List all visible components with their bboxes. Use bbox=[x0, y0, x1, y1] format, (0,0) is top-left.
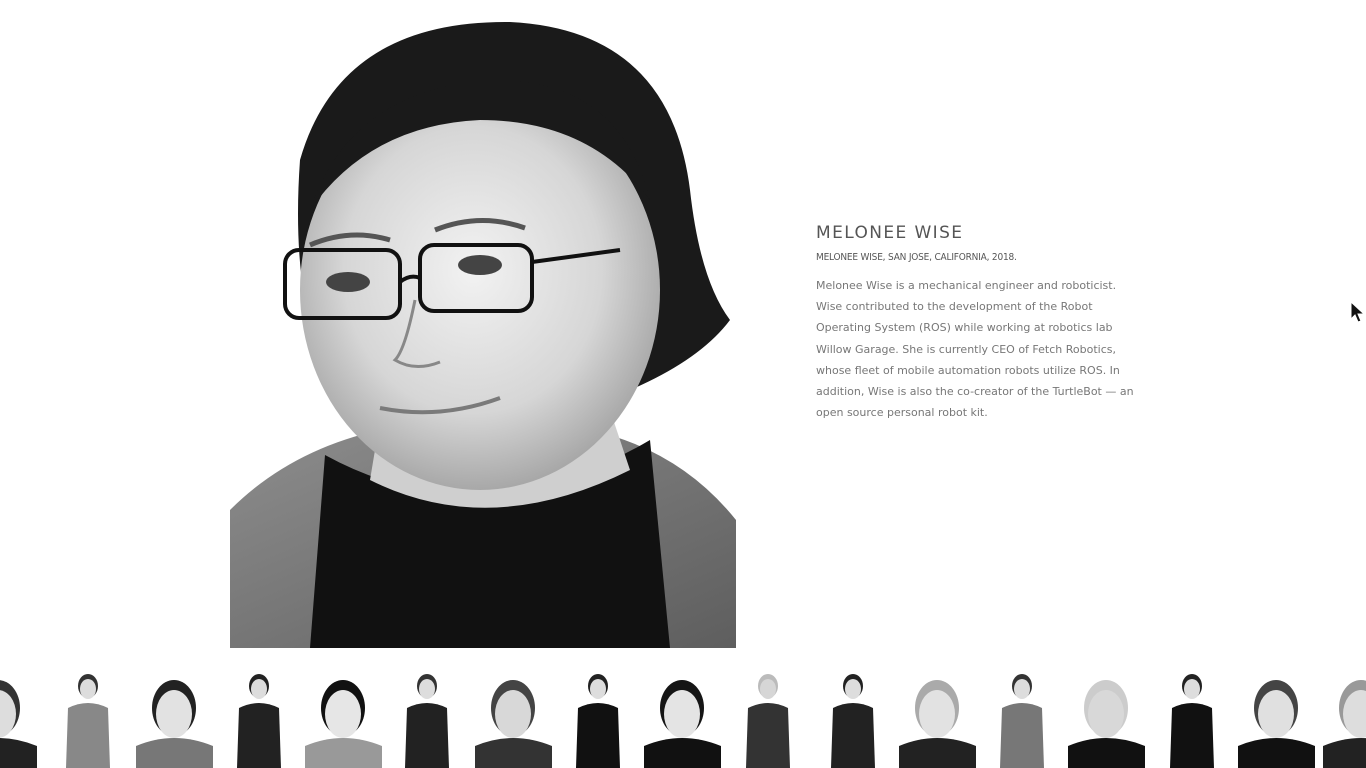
thumbnail-portrait-image bbox=[1154, 664, 1231, 768]
thumbnail-portrait-image bbox=[644, 664, 721, 768]
thumbnail-portrait-image bbox=[1238, 664, 1315, 768]
gallery-thumbnail[interactable] bbox=[730, 664, 807, 768]
gallery-thumbnail[interactable] bbox=[0, 664, 37, 768]
portrait-gallery-strip bbox=[0, 664, 1366, 768]
thumbnail-portrait-image bbox=[389, 664, 466, 768]
gallery-thumbnail[interactable] bbox=[475, 664, 552, 768]
thumbnail-portrait-image bbox=[560, 664, 637, 768]
thumbnail-portrait-image bbox=[1323, 664, 1366, 768]
mouse-pointer-icon bbox=[1350, 301, 1366, 323]
gallery-thumbnail[interactable] bbox=[644, 664, 721, 768]
gallery-thumbnail[interactable] bbox=[899, 664, 976, 768]
thumbnail-portrait-image bbox=[305, 664, 382, 768]
gallery-thumbnail[interactable] bbox=[1068, 664, 1145, 768]
gallery-thumbnail[interactable] bbox=[984, 664, 1061, 768]
thumbnail-portrait-image bbox=[475, 664, 552, 768]
gallery-thumbnail[interactable] bbox=[1154, 664, 1231, 768]
thumbnail-portrait-image bbox=[815, 664, 892, 768]
bio-description: Melonee Wise is a mechanical engineer an… bbox=[816, 279, 1134, 420]
featured-portrait bbox=[230, 0, 736, 648]
photo-caption: MELONEE WISE, SAN JOSE, CALIFORNIA, 2018… bbox=[816, 252, 1017, 263]
thumbnail-portrait-image bbox=[984, 664, 1061, 768]
gallery-thumbnail[interactable] bbox=[815, 664, 892, 768]
thumbnail-portrait-image bbox=[1068, 664, 1145, 768]
person-name: MELONEE WISE bbox=[816, 223, 964, 243]
portrait-image bbox=[230, 0, 736, 648]
thumbnail-portrait-image bbox=[136, 664, 213, 768]
gallery-thumbnail[interactable] bbox=[389, 664, 466, 768]
gallery-thumbnail[interactable] bbox=[560, 664, 637, 768]
thumbnail-portrait-image bbox=[221, 664, 298, 768]
gallery-thumbnail[interactable] bbox=[50, 664, 127, 768]
gallery-thumbnail[interactable] bbox=[1323, 664, 1366, 768]
gallery-thumbnail[interactable] bbox=[136, 664, 213, 768]
thumbnail-portrait-image bbox=[730, 664, 807, 768]
thumbnail-portrait-image bbox=[899, 664, 976, 768]
thumbnail-portrait-image bbox=[50, 664, 127, 768]
gallery-thumbnail[interactable] bbox=[305, 664, 382, 768]
thumbnail-portrait-image bbox=[0, 664, 37, 768]
gallery-thumbnail[interactable] bbox=[221, 664, 298, 768]
gallery-thumbnail[interactable] bbox=[1238, 664, 1315, 768]
bio-panel: MELONEE WISE MELONEE WISE, SAN JOSE, CAL… bbox=[816, 222, 1138, 423]
